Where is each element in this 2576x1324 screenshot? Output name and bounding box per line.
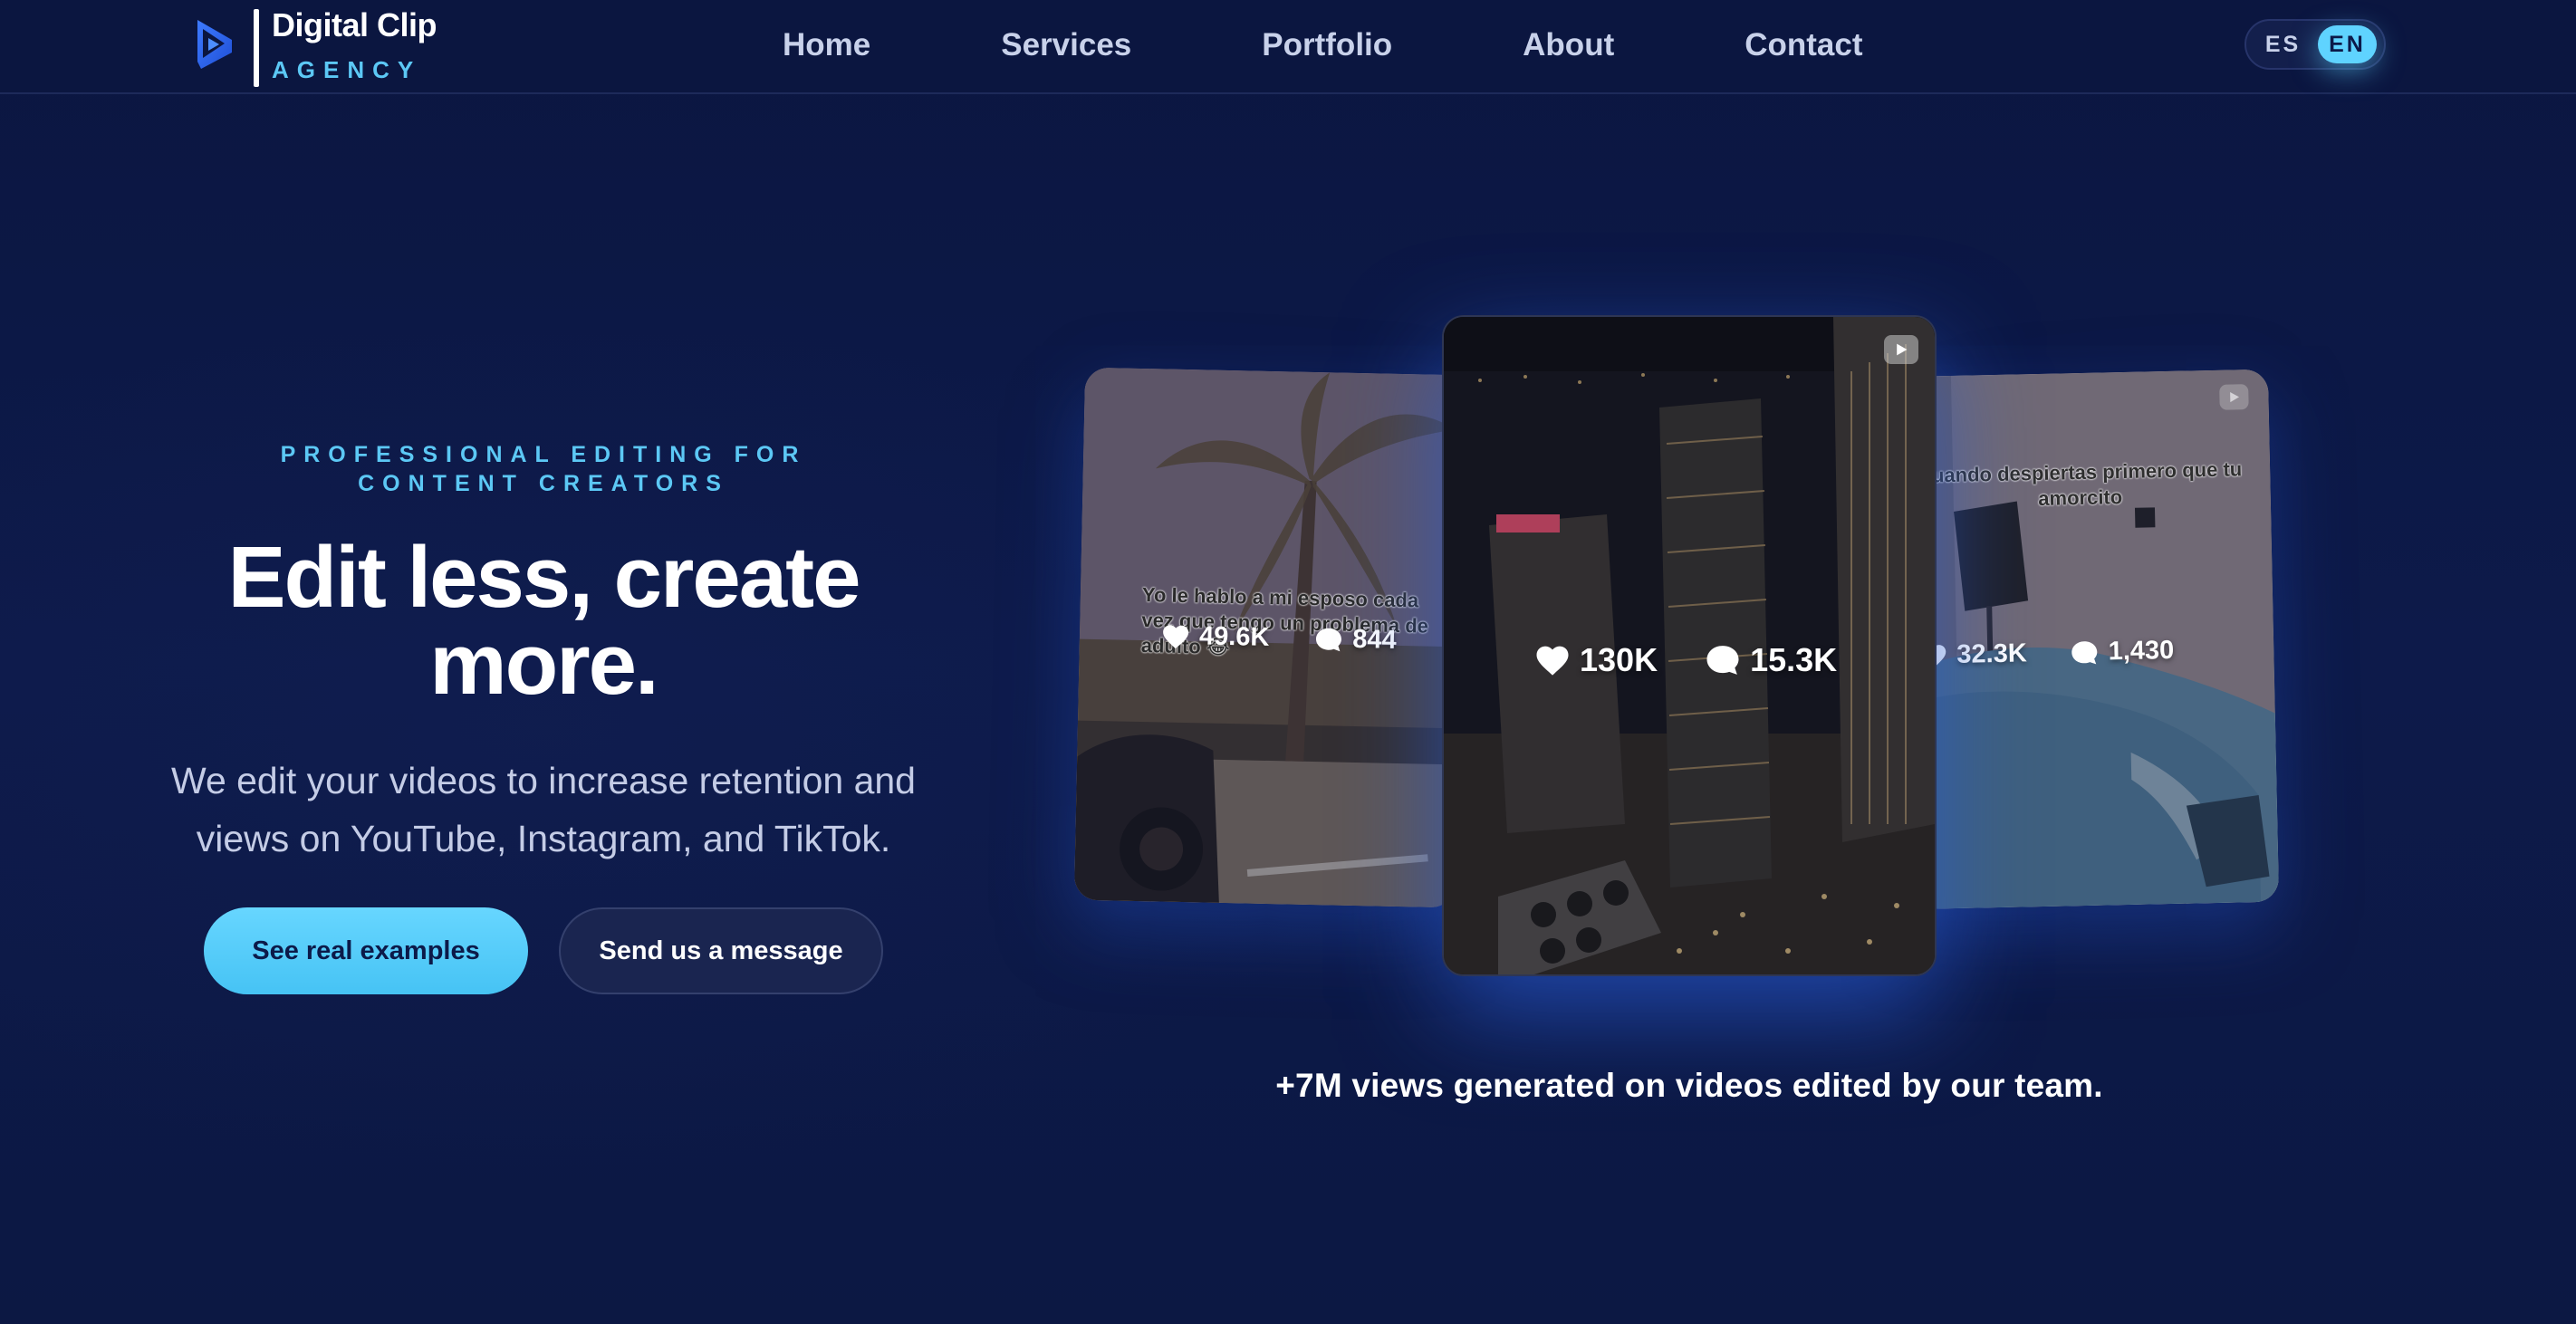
likes-stat: 130K xyxy=(1534,641,1658,679)
video-stats: 32.3K 1,430 xyxy=(1918,636,2175,671)
comments-count: 844 xyxy=(1352,624,1398,655)
brand-text: Digital Clip AGENCY xyxy=(272,9,437,82)
comments-stat: 1,430 xyxy=(2070,635,2175,667)
likes-count: 32.3K xyxy=(1956,638,2028,669)
nav-contact[interactable]: Contact xyxy=(1745,27,1862,63)
comment-bubble-icon xyxy=(1706,646,1739,675)
comment-bubble-icon xyxy=(2071,640,2098,664)
hero-eyebrow: PROFESSIONAL EDITING FOR CONTENT CREATOR… xyxy=(280,442,807,496)
hero-subhead: We edit your videos to increase retentio… xyxy=(170,760,916,859)
hero-intro: PROFESSIONAL EDITING FOR CONTENT CREATOR… xyxy=(163,435,924,994)
video-card-left[interactable]: Yo le hablo a mi esposo cada vez que ten… xyxy=(1073,367,1466,908)
play-icon xyxy=(1884,335,1918,364)
brand-logo[interactable]: Digital Clip AGENCY xyxy=(192,9,437,87)
video-card-right[interactable]: Cuando despiertas primero que tu amorcit… xyxy=(1887,369,2280,910)
likes-count: 49.6K xyxy=(1198,621,1270,652)
comment-bubble-icon xyxy=(1316,628,1342,651)
comments-count: 15.3K xyxy=(1750,641,1838,678)
likes-stat: 49.6K xyxy=(1161,620,1270,652)
video-showcase: Yo le hablo a mi esposo cada vez que ten… xyxy=(1069,299,2337,1005)
comments-count: 1,430 xyxy=(2108,635,2175,667)
hero-headline: Edit less, create more. xyxy=(227,529,860,713)
brand-divider xyxy=(254,9,259,87)
brand-name: Digital Clip xyxy=(272,6,437,43)
heart-icon xyxy=(1163,624,1189,648)
language-es-button[interactable]: ES xyxy=(2254,25,2312,63)
nav-portfolio[interactable]: Portfolio xyxy=(1262,27,1392,63)
send-message-button[interactable]: Send us a message xyxy=(559,907,883,994)
video-caption: Cuando despiertas primero que tu amorcit… xyxy=(1917,457,2243,511)
comments-stat: 15.3K xyxy=(1705,641,1837,679)
video-stats: 130K 15.3K xyxy=(1534,641,1837,679)
play-triangle-logo-icon xyxy=(197,20,232,69)
likes-count: 130K xyxy=(1580,641,1658,678)
video-stats: 49.6K 844 xyxy=(1161,620,1397,655)
site-header: Digital Clip AGENCY Home Services Portfo… xyxy=(0,0,2576,94)
video-card-center[interactable]: 130K 15.3K xyxy=(1442,315,1937,976)
main-nav: Home Services Portfolio About Contact xyxy=(783,24,1863,67)
heart-icon xyxy=(1536,646,1569,676)
language-switcher: ES EN xyxy=(2244,19,2386,70)
social-proof-text: +7M views generated on videos edited by … xyxy=(1275,1067,2103,1104)
nav-about[interactable]: About xyxy=(1523,27,1614,63)
hero-cta-row: See real examples Send us a message xyxy=(163,907,924,994)
language-en-button[interactable]: EN xyxy=(2318,25,2377,63)
brand-tagline: AGENCY xyxy=(272,56,422,83)
play-icon xyxy=(2219,384,2249,410)
comments-stat: 844 xyxy=(1314,624,1397,656)
see-examples-button[interactable]: See real examples xyxy=(204,907,528,994)
nav-home[interactable]: Home xyxy=(783,27,870,63)
nav-services[interactable]: Services xyxy=(1001,27,1131,63)
